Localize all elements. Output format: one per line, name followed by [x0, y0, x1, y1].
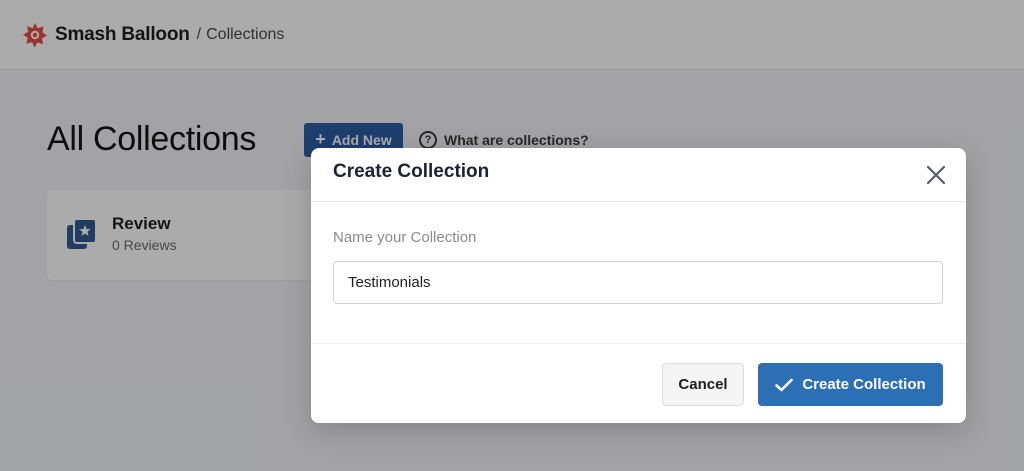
close-button[interactable]	[923, 162, 949, 188]
create-collection-label: Create Collection	[802, 376, 926, 393]
collection-name-input[interactable]	[333, 261, 943, 304]
create-collection-button[interactable]: Create Collection	[758, 363, 943, 406]
modal-header: Create Collection	[311, 148, 966, 202]
collection-name-label: Name your Collection	[333, 229, 477, 246]
create-collection-modal: Create Collection Name your Collection C…	[311, 148, 966, 423]
checkmark-icon	[775, 378, 794, 391]
modal-title: Create Collection	[333, 161, 490, 182]
close-icon	[926, 165, 946, 185]
modal-footer: Cancel Create Collection	[311, 343, 966, 423]
cancel-button[interactable]: Cancel	[662, 363, 744, 406]
